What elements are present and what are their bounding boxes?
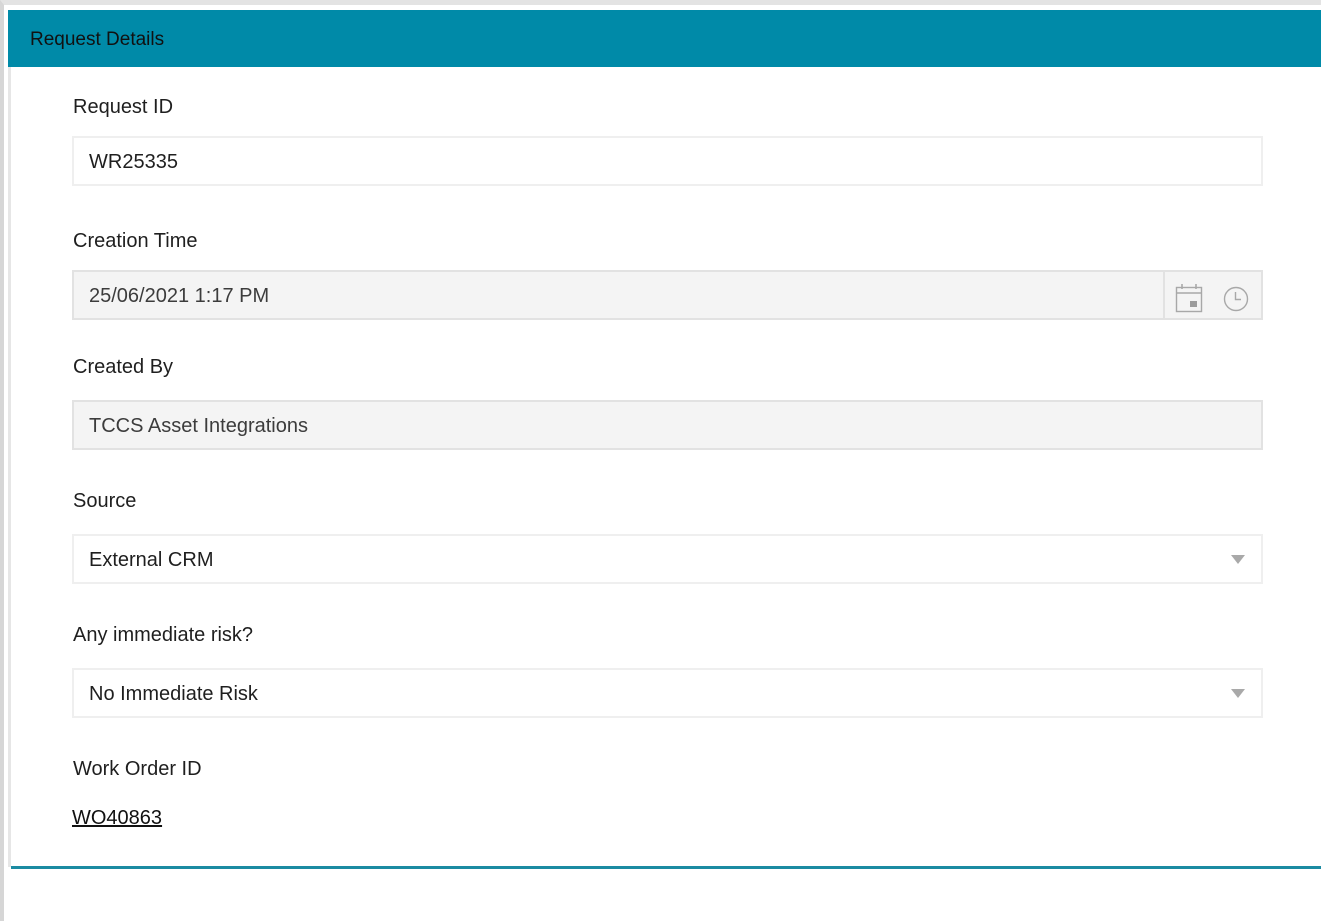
clock-icon[interactable]: [1223, 286, 1249, 317]
creation-time-label: Creation Time: [73, 230, 198, 252]
datetime-picker-buttons: [1163, 272, 1261, 318]
request-details-panel: Request Details Request ID WR25335 Creat…: [0, 0, 1321, 921]
created-by-label: Created By: [73, 356, 174, 378]
calendar-icon[interactable]: [1175, 283, 1203, 318]
work-order-id-link[interactable]: WO40863: [72, 807, 162, 830]
section-bottom-divider: [11, 866, 1321, 869]
chevron-down-icon[interactable]: [1231, 555, 1245, 564]
work-order-id-label: Work Order ID: [73, 758, 202, 780]
creation-time-value: 25/06/2021 1:17 PM: [89, 285, 270, 307]
section-header[interactable]: Request Details: [8, 10, 1321, 67]
request-id-field[interactable]: WR25335: [72, 136, 1263, 186]
immediate-risk-label: Any immediate risk?: [73, 624, 254, 646]
section-left-rule: [8, 67, 11, 867]
immediate-risk-value: No Immediate Risk: [89, 683, 258, 705]
chevron-down-icon[interactable]: [1231, 689, 1245, 698]
creation-time-field: 25/06/2021 1:17 PM: [72, 270, 1263, 320]
immediate-risk-select[interactable]: No Immediate Risk: [72, 668, 1263, 718]
request-id-value: WR25335: [89, 151, 178, 173]
request-id-label: Request ID: [73, 96, 174, 118]
source-value: External CRM: [89, 549, 214, 571]
source-label: Source: [73, 490, 137, 512]
section-title: Request Details: [30, 29, 165, 50]
created-by-field: TCCS Asset Integrations: [72, 400, 1263, 450]
source-select[interactable]: External CRM: [72, 534, 1263, 584]
created-by-value: TCCS Asset Integrations: [89, 415, 308, 437]
